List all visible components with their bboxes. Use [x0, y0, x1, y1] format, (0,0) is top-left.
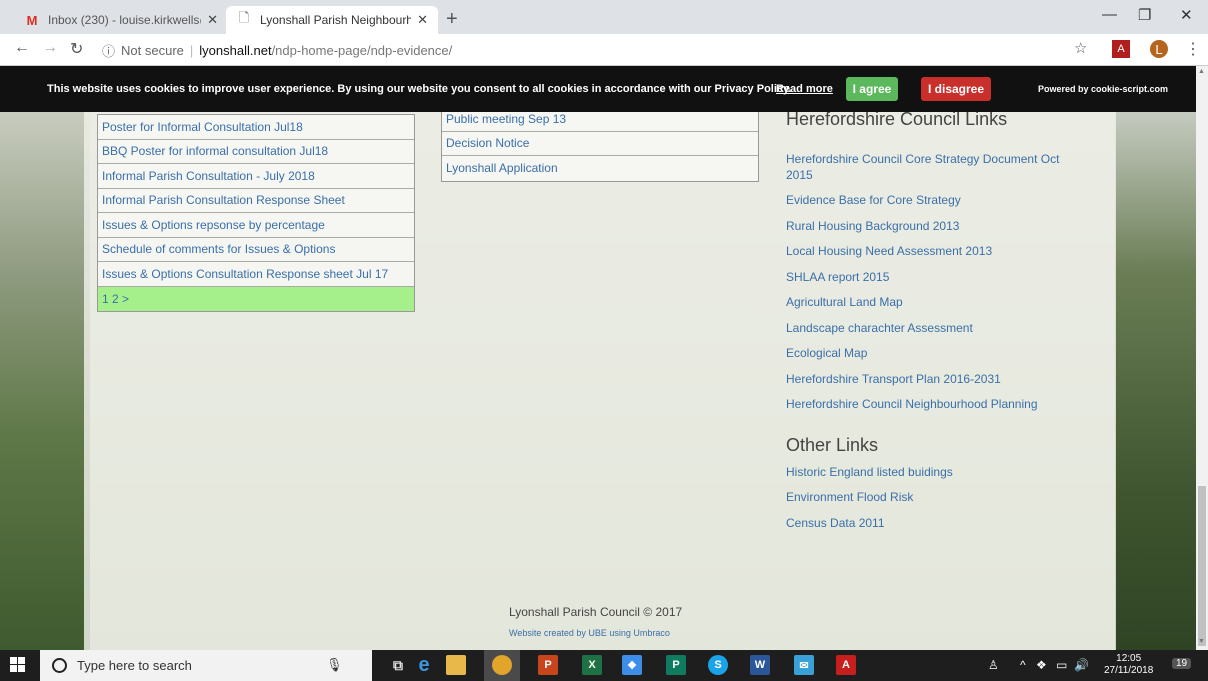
scroll-up-icon[interactable]: ▲ [1198, 68, 1205, 75]
reload-icon[interactable]: ↻ [70, 39, 83, 59]
list-item[interactable]: Schedule of comments for Issues & Option… [98, 238, 414, 262]
list-item[interactable]: Informal Parish Consultation Response Sh… [98, 189, 414, 213]
taskbar-search-box[interactable]: Type here to search 🎙 [40, 650, 372, 681]
evidence-document-list: Poster for Informal Consultation Jul18 B… [97, 114, 415, 312]
link-census-data[interactable]: Census Data 2011 [786, 515, 885, 531]
cookie-message: This website uses cookies to improve use… [47, 83, 792, 95]
windows-start-icon[interactable] [10, 657, 26, 673]
skype-icon[interactable]: S [708, 655, 728, 675]
list-item[interactable]: Informal Parish Consultation - July 2018 [98, 164, 414, 189]
word-icon[interactable]: W [750, 655, 770, 675]
url-separator: | [189, 42, 194, 58]
url-host: lyonshall.net [199, 42, 272, 58]
microphone-icon[interactable]: 🎙 [326, 657, 343, 673]
avatar[interactable]: L [1150, 40, 1168, 58]
link-historic-england[interactable]: Historic England listed buidings [786, 464, 953, 480]
acrobat-icon[interactable]: A [836, 655, 856, 675]
page-viewport: Poster for Informal Consultation Jul18 B… [0, 112, 1196, 650]
chrome-icon[interactable] [492, 655, 512, 675]
network-icon[interactable]: ▭ [1056, 658, 1067, 672]
link-transport-plan[interactable]: Herefordshire Transport Plan 2016-2031 [786, 371, 1001, 387]
cortana-icon [52, 658, 67, 673]
system-clock[interactable]: 12:05 27/11/2018 [1104, 653, 1153, 677]
publisher-icon[interactable]: P [666, 655, 686, 675]
link-local-housing[interactable]: Local Housing Need Assessment 2013 [786, 243, 992, 259]
footer-credit-link[interactable]: Website created by UBE using Umbraco [509, 628, 670, 638]
list-item[interactable]: Issues & Options Consultation Response s… [98, 262, 414, 287]
clock-time: 12:05 [1116, 653, 1142, 664]
agree-button[interactable]: I agree [846, 77, 898, 101]
close-window-icon[interactable]: ✕ [1180, 6, 1193, 24]
scrollbar-thumb[interactable] [1198, 486, 1206, 646]
list-item[interactable]: Public meeting Sep 13 [442, 112, 758, 132]
herefordshire-links-heading: Herefordshire Council Links [786, 112, 1008, 129]
link-core-strategy[interactable]: Herefordshire Council Core Strategy Docu… [786, 151, 1086, 183]
link-ecological-map[interactable]: Ecological Map [786, 345, 867, 361]
planning-document-list: Public meeting Sep 13 Decision Notice Ly… [441, 112, 759, 182]
edge-browser-icon[interactable]: e [414, 654, 434, 676]
address-bar[interactable]: ⓘ Not secure | lyonshall.net /ndp-home-p… [92, 38, 1096, 62]
link-shlaa[interactable]: SHLAA report 2015 [786, 269, 889, 285]
cookie-bar: This website uses cookies to improve use… [0, 66, 1196, 112]
powered-by-label: Powered by cookie-script.com [1038, 84, 1169, 94]
menu-icon[interactable]: ⋮ [1184, 40, 1202, 58]
list-item[interactable]: Lyonshall Application [442, 156, 758, 181]
search-placeholder: Type here to search [77, 658, 192, 673]
task-view-icon[interactable]: ⧉ [388, 655, 408, 675]
file-explorer-icon[interactable] [446, 655, 466, 675]
background-photo-right [1115, 112, 1196, 650]
restore-icon[interactable]: ❐ [1138, 6, 1151, 24]
link-flood-risk[interactable]: Environment Flood Risk [786, 489, 913, 505]
clock-date: 27/11/2018 [1104, 665, 1154, 676]
acrobat-extension-icon[interactable]: A [1112, 40, 1130, 58]
list-item[interactable]: Decision Notice [442, 132, 758, 156]
tab-label: Inbox (230) - louise.kirkwells@gr [48, 13, 201, 27]
browser-toolbar: ← → ↻ ⓘ Not secure | lyonshall.net /ndp-… [0, 34, 1208, 66]
info-icon[interactable]: ⓘ [102, 41, 115, 60]
list-item[interactable]: Issues & Options repsonse by percentage [98, 213, 414, 238]
page-icon: 🗋 [238, 10, 250, 25]
notifications-badge[interactable]: 19 [1172, 658, 1192, 669]
new-tab-button[interactable]: + [446, 8, 458, 31]
tab-lyonshall[interactable]: 🗋 Lyonshall Parish Neighbourhood ✕ [226, 6, 438, 34]
minimize-icon[interactable]: — [1102, 6, 1117, 23]
footer-copyright: Lyonshall Parish Council © 2017 [509, 605, 683, 619]
scroll-down-icon[interactable]: ▼ [1198, 638, 1205, 645]
people-icon[interactable]: ♙ [988, 658, 999, 672]
volume-icon[interactable]: 🔊 [1074, 658, 1089, 672]
powerpoint-icon[interactable]: P [538, 655, 558, 675]
not-secure-label: Not secure [121, 42, 184, 58]
show-hidden-icons[interactable]: ^ [1020, 658, 1026, 672]
back-icon[interactable]: ← [14, 39, 30, 57]
link-agricultural-land[interactable]: Agricultural Land Map [786, 294, 903, 310]
link-landscape[interactable]: Landscape charachter Assessment [786, 320, 973, 336]
gmail-icon: M [26, 12, 38, 28]
read-more-link[interactable]: Read more [776, 83, 833, 95]
list-item[interactable]: Poster for Informal Consultation Jul18 [98, 115, 414, 140]
disagree-button[interactable]: I disagree [921, 77, 991, 101]
tab-gmail[interactable]: M Inbox (230) - louise.kirkwells@gr ✕ [14, 6, 228, 34]
bookmark-star-icon[interactable]: ☆ [1074, 39, 1087, 57]
outlook-icon[interactable]: ✉ [794, 655, 814, 675]
excel-icon[interactable]: X [582, 655, 602, 675]
link-neighbourhood-planning[interactable]: Herefordshire Council Neighbourhood Plan… [786, 396, 1038, 412]
link-rural-housing[interactable]: Rural Housing Background 2013 [786, 218, 959, 234]
dropbox-tray-icon[interactable]: ❖ [1036, 658, 1047, 672]
forward-icon[interactable]: → [42, 39, 58, 57]
browser-tab-strip: M Inbox (230) - louise.kirkwells@gr ✕ 🗋 … [0, 0, 1208, 34]
close-tab-icon[interactable]: ✕ [207, 12, 218, 28]
dropbox-icon[interactable]: ❖ [622, 655, 642, 675]
other-links-heading: Other Links [786, 435, 879, 455]
pagination[interactable]: 1 2 > [98, 286, 414, 311]
background-photo-left [0, 112, 90, 650]
windows-taskbar: Type here to search 🎙 ⧉ e P X ❖ P S W ✉ … [0, 650, 1208, 681]
link-evidence-base[interactable]: Evidence Base for Core Strategy [786, 192, 961, 208]
url-path: /ndp-home-page/ndp-evidence/ [271, 42, 453, 58]
close-tab-icon[interactable]: ✕ [417, 12, 428, 28]
page-scrollbar[interactable]: ▲ ▼ [1196, 66, 1208, 650]
list-item[interactable]: BBQ Poster for informal consultation Jul… [98, 140, 414, 164]
tab-label: Lyonshall Parish Neighbourhood [260, 13, 412, 27]
